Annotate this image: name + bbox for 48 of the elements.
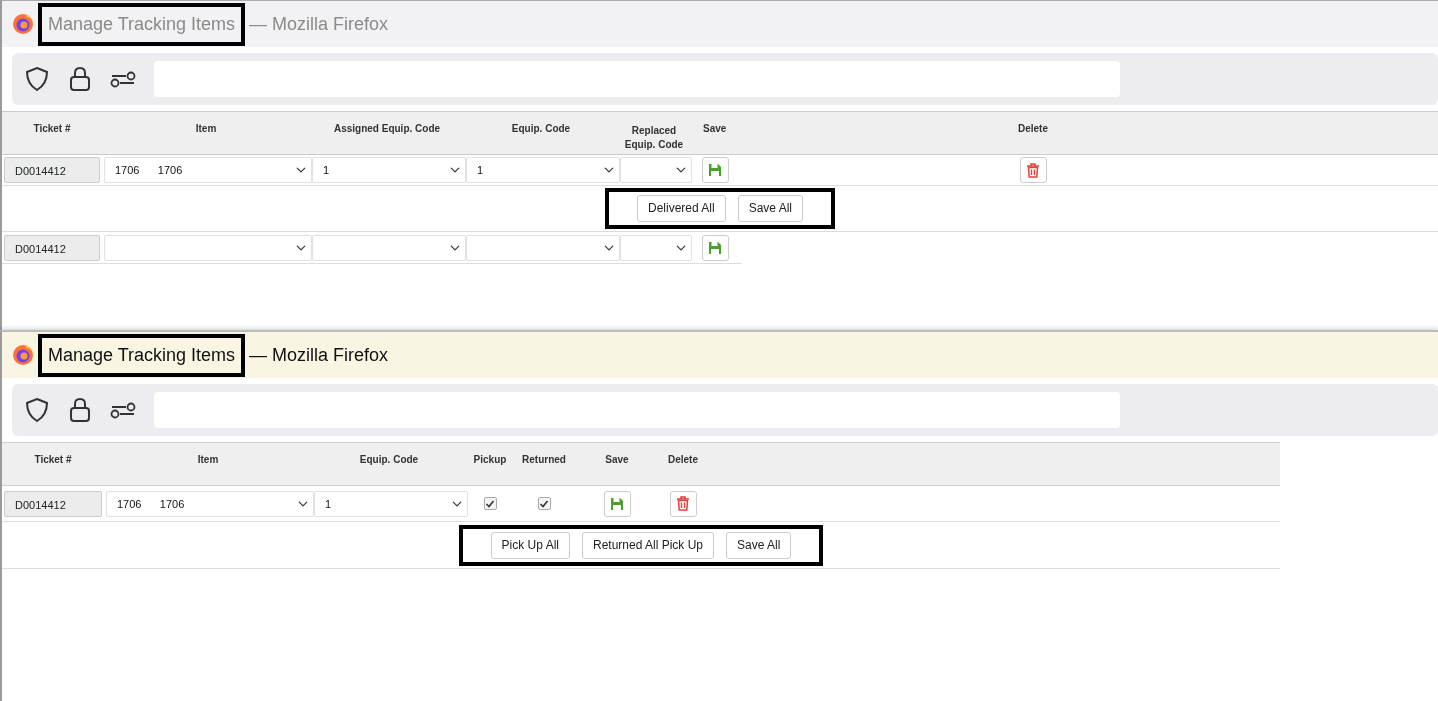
delete-button[interactable] bbox=[1019, 157, 1047, 183]
action-button[interactable]: Save All bbox=[737, 195, 804, 222]
lock-icon[interactable] bbox=[68, 397, 92, 423]
column-header: Save bbox=[702, 122, 728, 136]
dropdown[interactable]: 1706 1706 bbox=[104, 157, 312, 183]
column-header: Ticket # bbox=[33, 453, 73, 467]
save-button[interactable] bbox=[701, 157, 729, 183]
dropdown[interactable]: 1706 1706 bbox=[106, 490, 314, 517]
lock-icon[interactable] bbox=[68, 66, 92, 92]
shield-icon[interactable] bbox=[24, 397, 50, 423]
checkbox[interactable] bbox=[483, 497, 497, 510]
column-header: Returned bbox=[521, 453, 567, 467]
dropdown[interactable]: 1 bbox=[466, 157, 620, 183]
window-title: Manage Tracking Items bbox=[38, 2, 246, 46]
trash-icon bbox=[676, 496, 690, 511]
column-header: Item bbox=[194, 122, 218, 136]
column-header: Replaced Equip. Code bbox=[623, 124, 685, 152]
action-button[interactable]: Save All bbox=[726, 531, 792, 559]
ticket-field: D0014412 bbox=[4, 490, 102, 517]
column-header: Equip. Code bbox=[358, 453, 420, 467]
save-button[interactable] bbox=[701, 234, 729, 261]
sliders-icon[interactable] bbox=[110, 401, 136, 419]
checkbox[interactable] bbox=[537, 497, 551, 510]
delete-button[interactable] bbox=[669, 490, 697, 517]
dropdown[interactable]: 1 bbox=[314, 490, 468, 517]
column-header: Ticket # bbox=[32, 122, 72, 136]
app-name: — Mozilla Firefox bbox=[249, 12, 389, 36]
trash-icon bbox=[1026, 162, 1040, 178]
sliders-icon[interactable] bbox=[110, 70, 136, 88]
ticket-field: D0014412 bbox=[4, 157, 100, 183]
firefox-logo-icon bbox=[12, 344, 34, 366]
save-button[interactable] bbox=[603, 490, 631, 517]
ticket-field: D0014412 bbox=[4, 234, 100, 261]
shield-icon[interactable] bbox=[24, 66, 50, 92]
action-button[interactable]: Delivered All bbox=[636, 195, 726, 222]
column-header: Pickup bbox=[472, 453, 508, 467]
column-header: Assigned Equip. Code bbox=[332, 122, 442, 136]
dropdown[interactable]: 1 bbox=[312, 157, 466, 183]
column-header: Equip. Code bbox=[510, 122, 572, 136]
column-header: Save bbox=[604, 453, 630, 467]
column-header: Delete bbox=[1017, 122, 1049, 136]
app-name: — Mozilla Firefox bbox=[249, 343, 389, 367]
action-button[interactable]: Pick Up All bbox=[490, 531, 570, 559]
firefox-logo-icon bbox=[12, 13, 34, 35]
window-title: Manage Tracking Items bbox=[38, 333, 246, 377]
column-header: Delete bbox=[667, 453, 699, 467]
column-header: Item bbox=[196, 453, 220, 467]
action-button[interactable]: Returned All Pick Up bbox=[581, 531, 715, 559]
